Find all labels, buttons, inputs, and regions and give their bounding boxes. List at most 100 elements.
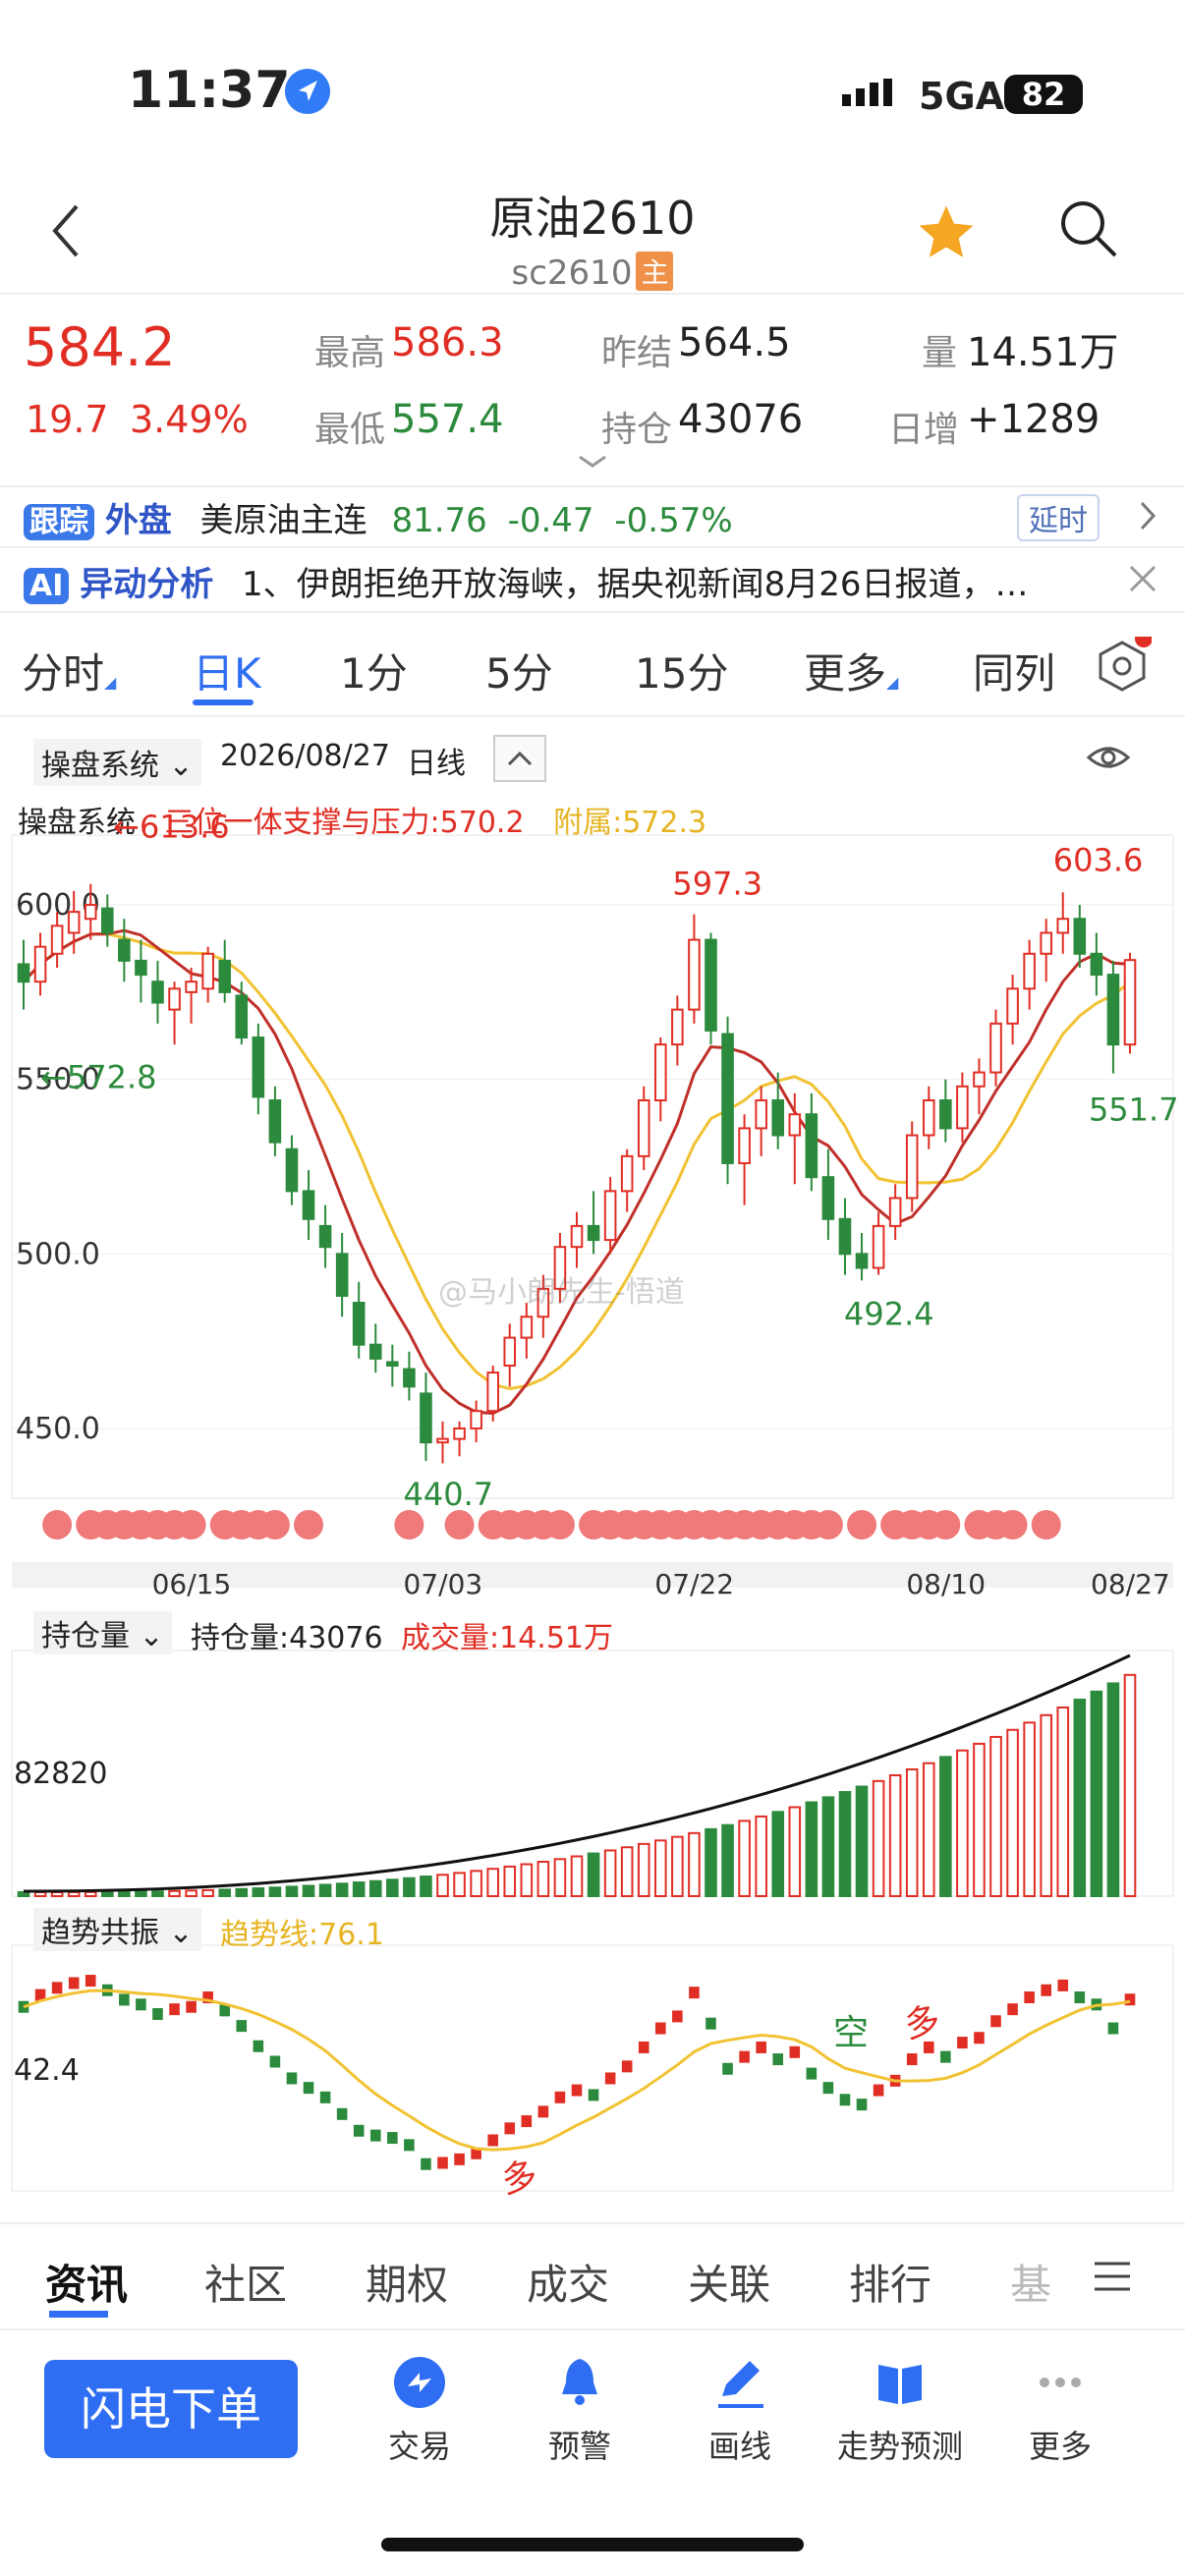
volume-bar — [838, 1791, 852, 1897]
candle-body — [185, 980, 198, 993]
price-annotation: 440.7 — [404, 1476, 494, 1513]
volume-bar — [688, 1831, 701, 1897]
price-annotation: ←572.8 — [40, 1059, 156, 1096]
trend-bar — [722, 2062, 733, 2075]
candle-body — [654, 1043, 667, 1101]
flash-order-button[interactable]: 闪电下单 — [44, 2360, 298, 2458]
volume-bar — [352, 1881, 366, 1898]
trend-ytick: 42.4 — [14, 2053, 80, 2088]
candle-body — [135, 959, 147, 977]
volume-bar — [218, 1888, 232, 1898]
volume-bar — [905, 1767, 919, 1897]
tab-ranking[interactable]: 排行 — [849, 2252, 931, 2312]
candle-body — [1106, 974, 1120, 1046]
tab-news[interactable]: 资讯 — [45, 2252, 128, 2312]
volume-bar — [771, 1811, 785, 1897]
volume-bar — [84, 1890, 97, 1897]
price-annotation: 597.3 — [672, 866, 762, 903]
draw-label: 画线 — [707, 2428, 771, 2465]
volume-text: 成交量:14.51万 — [401, 1621, 613, 1655]
oi-select[interactable]: 持仓量 ⌄ — [33, 1611, 172, 1654]
forecast-action[interactable]: 走势预测 — [826, 2353, 974, 2467]
volume-bar — [33, 1890, 47, 1897]
candle-body — [386, 1361, 399, 1368]
volume-bar — [453, 1872, 466, 1898]
volume-bar — [620, 1846, 634, 1897]
candle-body — [922, 1099, 935, 1137]
volume-bar — [17, 1891, 30, 1897]
volume-bar — [805, 1801, 818, 1897]
volume-bar — [553, 1858, 567, 1897]
volume-bar — [503, 1865, 517, 1897]
candle-body — [168, 987, 181, 1011]
tab-fundamental[interactable]: 基 — [1010, 2252, 1051, 2312]
candle-body — [335, 1253, 349, 1297]
volume-bar — [721, 1823, 734, 1898]
volume-bar — [956, 1749, 969, 1897]
volume-bar — [973, 1742, 986, 1898]
ai-marker — [176, 1510, 206, 1540]
volume-bar — [855, 1785, 869, 1897]
candle-body — [671, 1008, 684, 1046]
candle-body — [118, 938, 131, 962]
trend-bar — [839, 2094, 851, 2106]
volume-bar — [603, 1849, 617, 1898]
volume-bar — [939, 1756, 952, 1897]
menu-icon[interactable] — [1093, 2260, 1132, 2297]
candle-body — [956, 1085, 969, 1130]
candle-body — [201, 952, 214, 990]
trend-bar — [421, 2157, 431, 2170]
trend-bar — [537, 2105, 549, 2118]
trend-bar — [319, 2091, 331, 2103]
candle-body — [235, 994, 249, 1039]
trend-bar — [806, 2067, 818, 2080]
trend-bar — [253, 2040, 264, 2052]
trend-select[interactable]: 趋势共振 ⌄ — [33, 1908, 201, 1951]
volume-bar — [705, 1827, 717, 1898]
trend-bar — [571, 2084, 583, 2097]
trend-bar — [1124, 1993, 1136, 2006]
trend-bar — [588, 2089, 599, 2101]
ai-marker — [294, 1510, 324, 1540]
candle-body — [67, 911, 81, 934]
trend-bar — [940, 2050, 951, 2063]
trend-bar — [404, 2139, 415, 2152]
trend-bar — [739, 2050, 750, 2063]
trend-bar — [1074, 1991, 1086, 2004]
more-action[interactable]: 更多 — [987, 2353, 1134, 2467]
trend-bar — [789, 2045, 801, 2058]
trend-bar — [336, 2107, 348, 2120]
candle-body — [570, 1224, 584, 1249]
volume-bar — [101, 1890, 114, 1898]
candle-body — [688, 938, 701, 1011]
candle-body — [101, 907, 114, 934]
more-label: 更多 — [1028, 2428, 1092, 2465]
tab-related[interactable]: 关联 — [688, 2252, 770, 2312]
forecast-label: 走势预测 — [836, 2428, 963, 2465]
draw-action[interactable]: 画线 — [666, 2353, 814, 2467]
volume-bar — [872, 1779, 885, 1898]
candle-body — [821, 1176, 835, 1220]
x-tick-label: 08/10 — [906, 1568, 986, 1600]
tab-community[interactable]: 社区 — [204, 2252, 287, 2312]
volume-bar — [50, 1890, 64, 1898]
candle-body — [368, 1343, 382, 1360]
tab-trades[interactable]: 成交 — [527, 2252, 609, 2312]
trend-bar — [236, 2020, 248, 2033]
trade-action[interactable]: 交易 — [346, 2353, 493, 2467]
candle-body — [352, 1302, 366, 1346]
volume-bar — [520, 1863, 534, 1898]
candle-body — [486, 1372, 499, 1413]
alert-action[interactable]: 预警 — [506, 2353, 653, 2467]
volume-bar — [1106, 1682, 1120, 1897]
volume-bar — [570, 1855, 584, 1898]
volume-bar — [67, 1890, 81, 1897]
home-indicator — [381, 2538, 804, 2551]
volume-bar — [470, 1870, 482, 1898]
volume-bar — [587, 1852, 600, 1897]
trend-bar — [68, 1977, 80, 1989]
tab-options[interactable]: 期权 — [366, 2252, 448, 2312]
volume-bar — [671, 1835, 684, 1897]
trend-bar — [1057, 1979, 1069, 1991]
oi-select-label: 持仓量 — [41, 1619, 130, 1653]
